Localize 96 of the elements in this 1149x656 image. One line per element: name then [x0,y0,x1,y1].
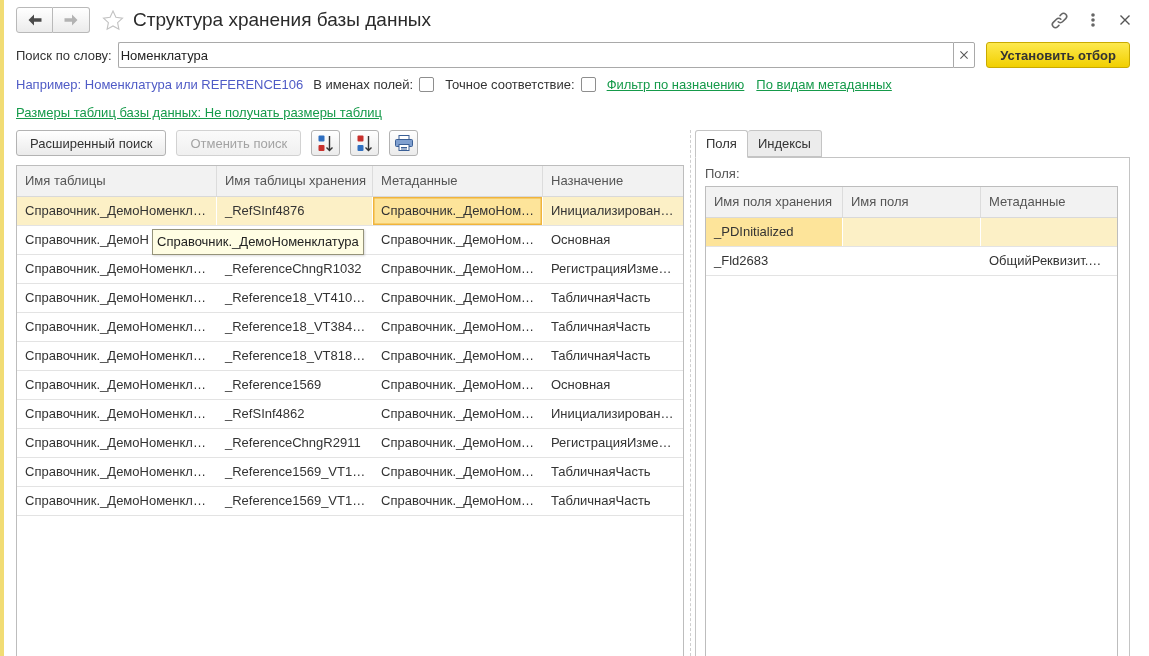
cell-text: ОбщийРеквизит.… [989,252,1102,270]
cell-text: ТабличнаяЧасть [551,318,651,336]
table-row[interactable]: Справочник._ДемоНоменкл… _Reference1569_VT1… Справочник._ДемоНом… ТабличнаяЧасть [17,487,683,516]
cell-text: _Reference1569_VT1… [225,463,366,481]
table-row[interactable]: Справочник._ДемоНоменкл… _RefSInf4862 Справочник._ДемоНом… Инициализирован… [17,400,683,429]
cell-text: Справочник._ДемоНом… [381,231,535,249]
cell-text: Справочник._ДемоНом… [381,463,535,481]
cell-text: Справочник._ДемоНоменкл… [25,492,206,510]
cell-text: Справочник._ДемоНоменкл… [25,376,206,394]
table-sizes-link[interactable]: Размеры таблиц базы данных: Не получать размеры таблиц [16,104,382,120]
printer-icon [394,135,413,151]
clear-button[interactable] [953,42,976,68]
cell-text: _Reference1569_VT1… [225,492,366,510]
search-field[interactable]: Номенклатура [117,42,954,68]
cell-text: Справочник._ДемоНоменкл… [25,434,206,452]
cell-text: РегистрацияИзме… [551,434,672,452]
star-icon[interactable] [102,9,124,31]
tab[interactable]: Индексы [747,130,822,157]
cell-text: Справочник._ДемоНом… [381,347,535,365]
table-row[interactable]: Справочник._ДемоНоменкл… _ReferenceChngR2911 Справочник._ДемоНом… РегистрацияИзме… [17,429,683,458]
column-header[interactable]: Метаданные [981,187,1117,217]
toolbar-button[interactable]: Расширенный поиск [16,130,167,156]
cell-text: ТабличнаяЧасть [551,492,651,510]
close-icon [960,51,969,59]
cell-text: _RefSInf4862 [225,405,305,423]
more-icon[interactable] [1091,13,1095,27]
filter-link[interactable]: Фильтр по назначению [606,76,745,92]
filter-link[interactable]: По видам метаданных [756,76,892,92]
cell-text: Основная [551,376,611,394]
column-header[interactable]: Имя таблицы хранения [217,166,373,196]
column-header[interactable]: Имя поля хранения [706,187,843,217]
cell-text: ТабличнаяЧасть [551,463,651,481]
cell-text: Справочник._ДемоНом… [381,260,535,278]
window-title: Структура хранения базы данных [133,9,432,31]
cell-text: РегистрацияИзме… [551,260,672,278]
cell-text: _Fld2683 [714,252,769,270]
table-row[interactable]: Справочник._ДемоНоменкл… _Reference18_VT410… Справочник._ДемоНом… ТабличнаяЧасть [17,284,683,313]
arrow-right-icon [64,14,78,26]
tab[interactable]: Поля [695,130,748,158]
apply-filter-button[interactable]: Установить отбор [986,42,1130,68]
cell-text: ТабличнаяЧасть [551,347,651,365]
cell-text: Справочник._ДемоНом… [381,405,535,423]
table-row[interactable]: Справочник._ДемоНоменкл… _Reference18_VT818… Справочник._ДемоНом… ТабличнаяЧасть [17,342,683,371]
column-header[interactable]: Имя таблицы [17,166,217,196]
checkbox[interactable] [419,76,435,92]
cell-text: _Reference18_VT410… [225,289,366,307]
sort-button[interactable] [350,130,380,156]
cell-text: Справочник._ДемоНоменкл… [25,405,206,423]
checkbox[interactable] [580,76,596,92]
table-row[interactable]: Справочник._ДемоНоменкл… _Reference1569_VT1… Справочник._ДемоНом… ТабличнаяЧасть [17,458,683,487]
cell-text: ТабличнаяЧасть [551,289,651,307]
link-icon[interactable] [1051,11,1068,29]
search-label: Поиск по слову: [16,47,112,63]
table-row[interactable]: Справочник._ДемоНоменкл… _Reference18_VT384… Справочник._ДемоНом… ТабличнаяЧасть [17,313,683,342]
table-row[interactable]: _PDInitialized [706,218,1117,247]
cell-text: Справочник._ДемоНоменкл… [25,260,206,278]
column-header[interactable]: Назначение [543,166,683,196]
cell-text: _Reference1569 [225,376,322,394]
close-icon[interactable] [1120,15,1130,25]
print-button[interactable] [389,130,419,156]
cell-text: _ReferenceChngR2911 [225,434,361,452]
arrow-left-icon [27,14,42,26]
cell-text: _RefSInf4876 [225,202,305,220]
checkbox-label: В именах полей: [313,76,414,92]
table-row[interactable]: _Fld2683 ОбщийРеквизит.… [706,247,1117,276]
cell-text: Справочник._ДемоНом… [381,434,535,452]
cell-text: _Reference18_VT818… [225,347,366,365]
sort-ascending-icon [317,134,334,152]
cell-text: Основная [551,231,611,249]
cell-text: Инициализирован… [551,202,674,220]
table-cell: Справочник._ДемоНом… [373,197,543,225]
table-cell: _PDInitialized [706,218,843,246]
tooltip: Справочник._ДемоНоменклатура [152,229,364,255]
sort-button[interactable] [311,130,341,156]
cell-text: Справочник._ДемоНоменкл… [25,202,206,220]
checkbox-label: Точное соответствие: [445,76,575,92]
column-header[interactable]: Имя поля [843,187,981,217]
cell-text: _ReferenceChngR1032 [225,260,362,278]
fields-label: Поля: [705,166,740,182]
back-button[interactable] [16,7,53,33]
cell-text: Справочник._ДемоНоменкл… [25,463,206,481]
cell-text: _Reference18_VT384… [225,318,366,336]
table-row[interactable]: Справочник._ДемоНоменкл… _RefSInf4876 Справочник._ДемоНом… Инициализирован… [17,197,683,226]
cell-text: Инициализирован… [551,405,674,423]
cell-text: Справочник._ДемоНом… [381,318,535,336]
column-header[interactable]: Метаданные [373,166,543,196]
cell-text: Справочник._ДемоНом… [381,289,535,307]
cell-text: Справочник._ДемоНом… [381,376,535,394]
example-hint: Например: Номенклатура или REFERENCE106 [16,76,304,92]
cell-text: Справочник._ДемоН [25,231,149,249]
cell-text: Справочник._ДемоНоменкл… [25,347,206,365]
sort-descending-icon [356,134,373,152]
cell-text: Справочник._ДемоНом… [381,492,535,510]
table-row[interactable]: Справочник._ДемоНоменкл… _Reference1569 Справочник._ДемоНом… Основная [17,371,683,400]
cell-text: Справочник._ДемоНоменкл… [25,318,206,336]
cell-text: Справочник._ДемоНоменкл… [25,289,206,307]
